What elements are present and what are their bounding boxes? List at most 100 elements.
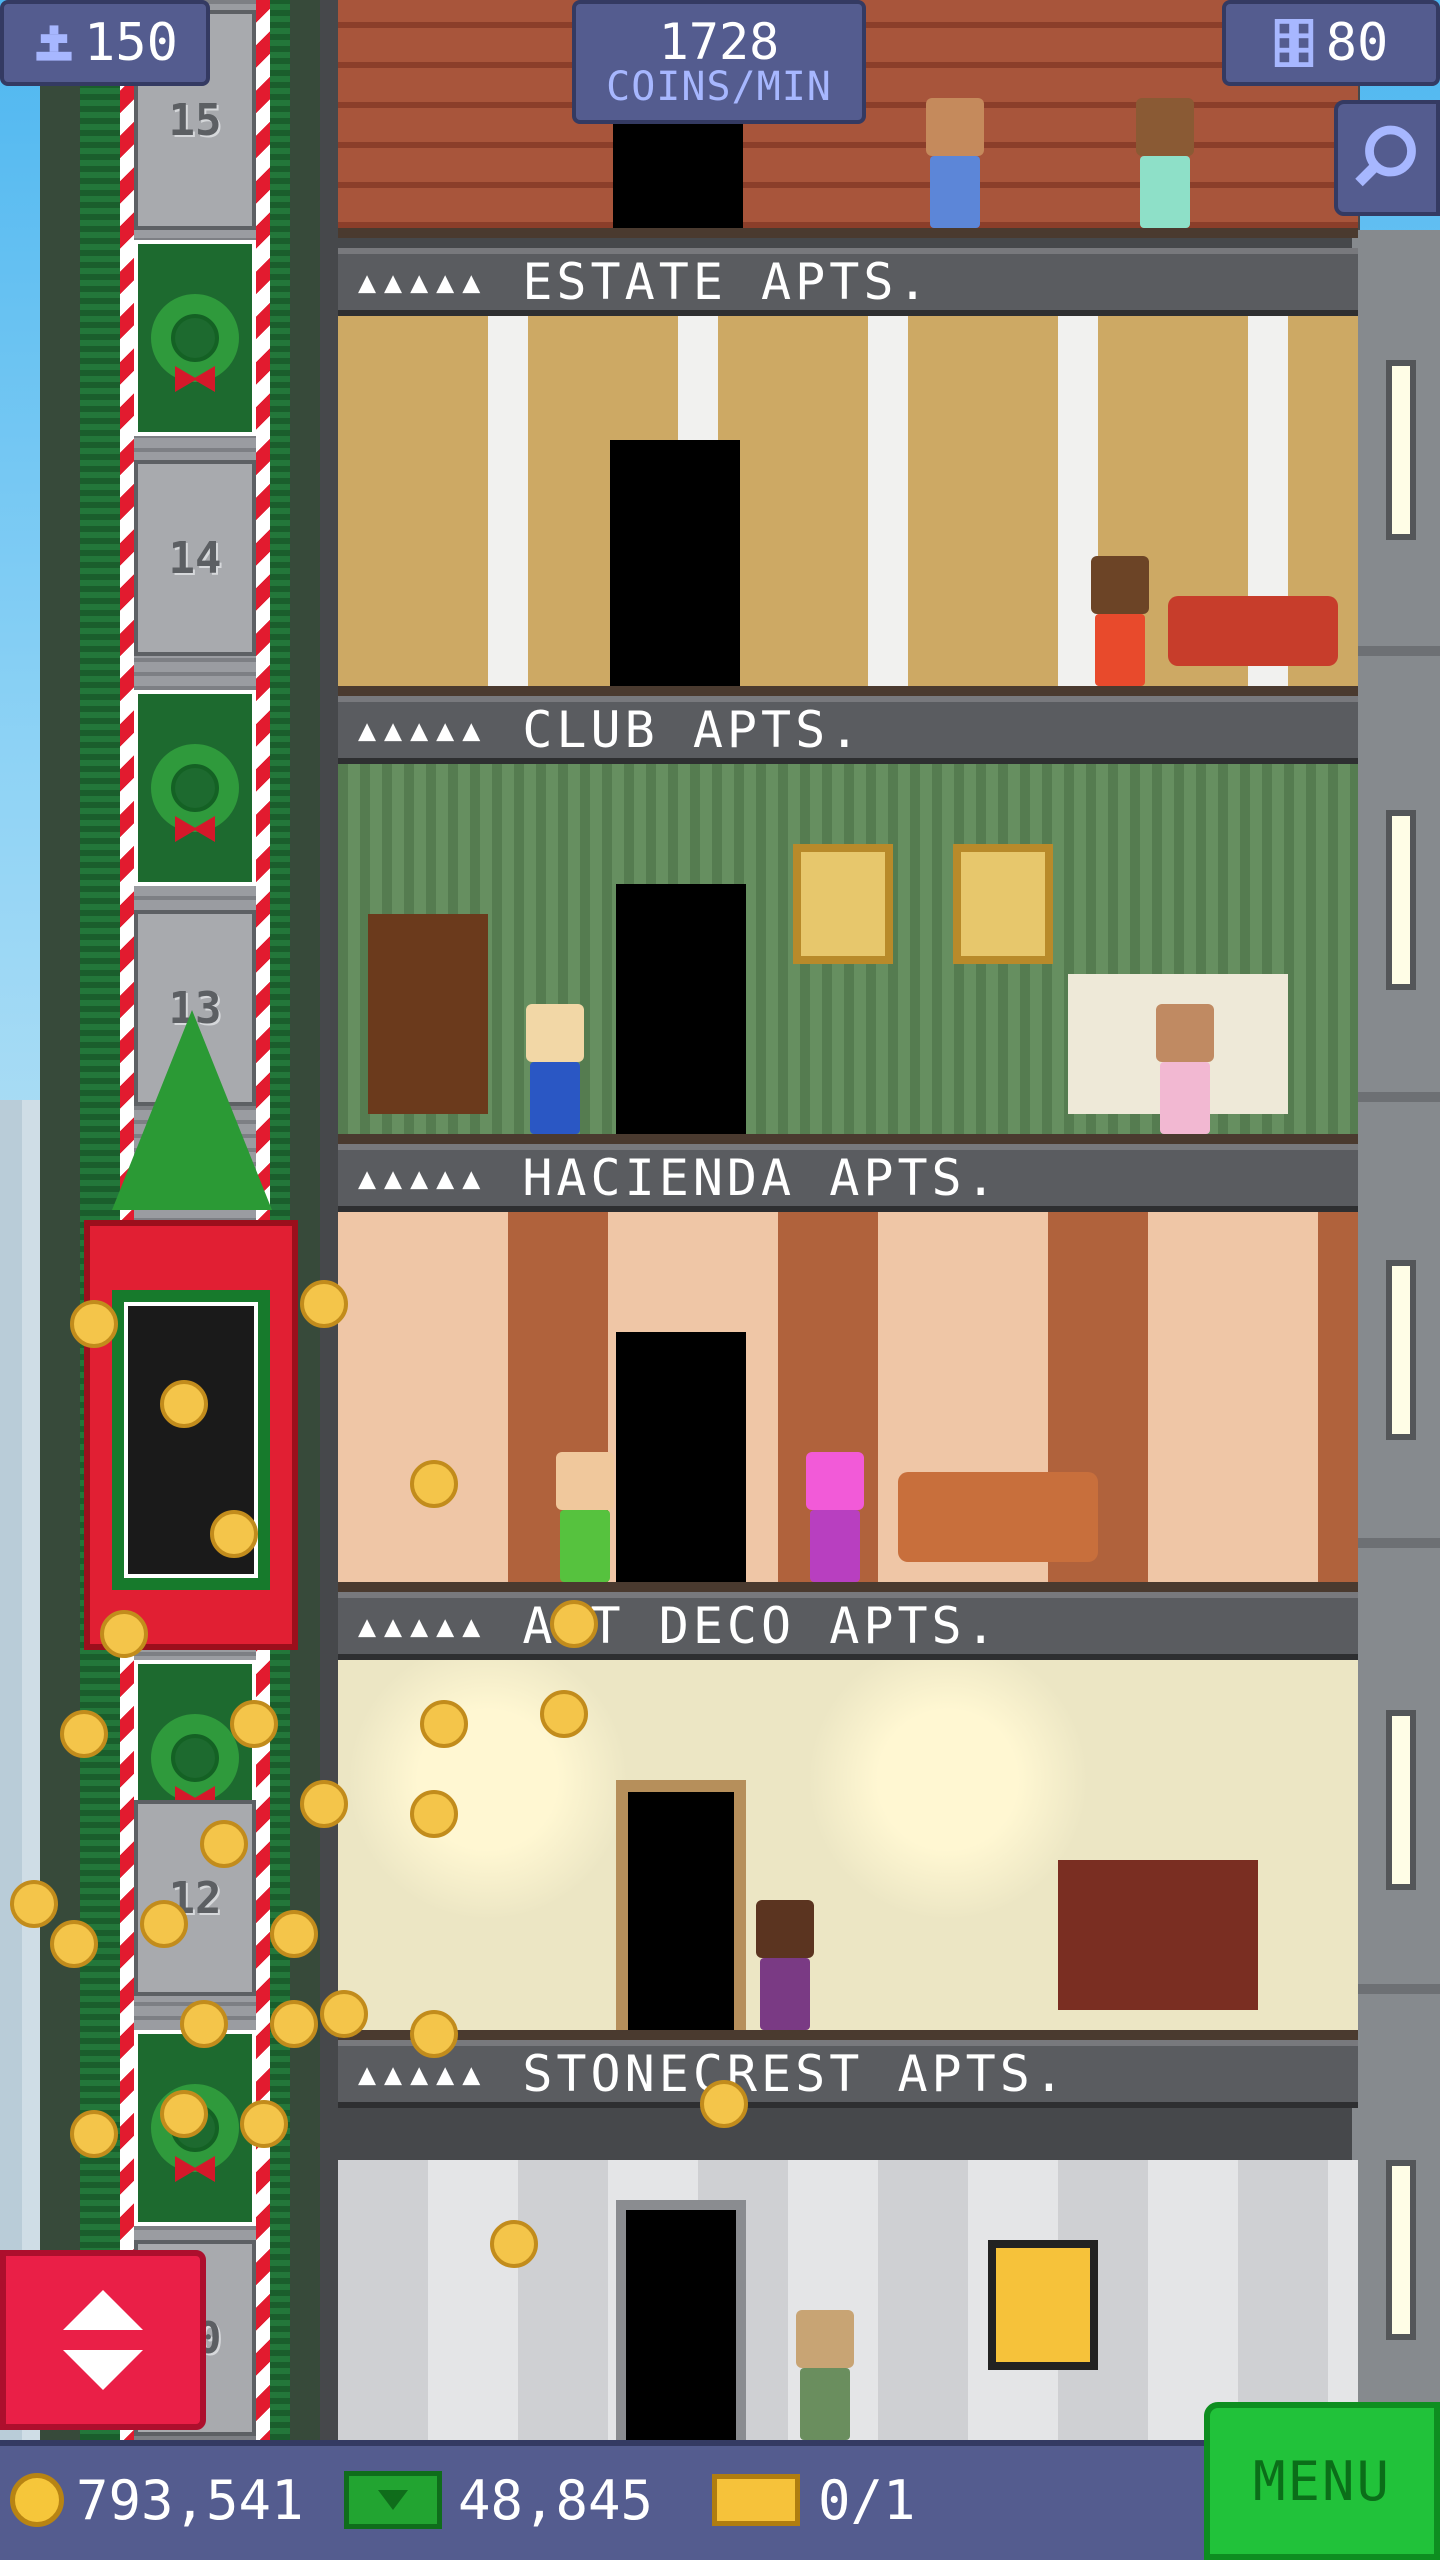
floor-banner-art-deco[interactable]: ▲▲▲▲▲ ART DECO APTS.	[338, 1592, 1358, 1660]
coin-icon[interactable]	[70, 1300, 118, 1348]
coin-icon	[10, 2473, 64, 2527]
wreath-door-panel	[134, 690, 256, 886]
floor-count-counter[interactable]: 80	[1222, 0, 1440, 86]
resident[interactable]	[748, 1900, 818, 2030]
coin-icon[interactable]	[300, 1780, 348, 1828]
coin-icon[interactable]	[550, 1600, 598, 1648]
residents-indicator: ▲▲▲▲▲	[358, 1160, 489, 1196]
room-door	[616, 1780, 746, 2030]
resident[interactable]	[518, 1004, 588, 1134]
coin-icon[interactable]	[210, 1510, 258, 1558]
portrait-frame	[953, 844, 1053, 964]
wreath-door-panel	[134, 240, 256, 436]
magnifier-icon	[1355, 125, 1416, 187]
coin-icon[interactable]	[540, 1690, 588, 1738]
elevator-floor-number: 14	[168, 532, 222, 584]
residents-indicator: ▲▲▲▲▲	[358, 1608, 489, 1644]
coin-icon[interactable]	[70, 2110, 118, 2158]
floor-banner-hacienda[interactable]: ▲▲▲▲▲ HACIENDA APTS.	[338, 1144, 1358, 1212]
search-button[interactable]	[1334, 100, 1440, 216]
coin-icon[interactable]	[410, 2010, 458, 2058]
up-down-arrows-icon	[63, 2290, 143, 2390]
ticket-value: 0/1	[818, 2468, 916, 2532]
elevator-floor-door[interactable]: 14	[134, 460, 256, 656]
window-light	[1386, 360, 1416, 540]
fireplace	[1058, 1860, 1258, 2010]
resident[interactable]	[918, 98, 988, 228]
bux-icon	[344, 2471, 442, 2529]
population-value: 150	[84, 13, 178, 73]
residents-indicator: ▲▲▲▲▲	[358, 2056, 489, 2092]
floor-room-hacienda[interactable]	[338, 1212, 1358, 1592]
floor-room-club[interactable]	[338, 764, 1358, 1144]
coin-rate-display: 1728 COINS/MIN	[572, 0, 866, 124]
coin-icon[interactable]	[100, 1610, 148, 1658]
population-counter[interactable]: 150	[0, 0, 210, 86]
floor-name: STONECREST APTS.	[522, 2045, 1068, 2103]
tower-bux-value: 48,845	[458, 2468, 654, 2532]
room-door	[610, 440, 740, 686]
coin-icon[interactable]	[60, 1710, 108, 1758]
coin-icon[interactable]	[700, 2080, 748, 2128]
floor-name: ESTATE APTS.	[522, 253, 932, 311]
floor-room-stonecrest[interactable]	[338, 2160, 1358, 2440]
coin-icon[interactable]	[410, 1460, 458, 1508]
coin-icon[interactable]	[270, 2000, 318, 2048]
person-icon	[36, 25, 72, 61]
coin-rate-unit: COINS/MIN	[606, 64, 832, 110]
floor-name: HACIENDA APTS.	[522, 1149, 1000, 1207]
coins-value: 793,541	[76, 2468, 304, 2532]
coin-icon[interactable]	[270, 1910, 318, 1958]
coin-icon[interactable]	[160, 1380, 208, 1428]
coin-icon[interactable]	[490, 2220, 538, 2268]
floor-banner-club[interactable]: ▲▲▲▲▲ CLUB APTS.	[338, 696, 1358, 764]
wreath-icon	[151, 744, 239, 842]
residents-indicator: ▲▲▲▲▲	[358, 712, 489, 748]
floor-banner-stonecrest[interactable]: ▲▲▲▲▲ STONECREST APTS.	[338, 2040, 1358, 2108]
sofa	[1168, 596, 1338, 666]
coins-counter[interactable]: 793,541	[10, 2460, 304, 2540]
portrait-frame	[793, 844, 893, 964]
tower-bux-counter[interactable]: 48,845	[344, 2460, 653, 2540]
resident[interactable]	[548, 1452, 618, 1582]
coin-icon[interactable]	[140, 1900, 188, 1948]
ticket-icon	[712, 2474, 800, 2526]
window-light	[1386, 2160, 1416, 2340]
window-light	[1386, 1710, 1416, 1890]
coin-icon[interactable]	[50, 1920, 98, 1968]
coin-icon[interactable]	[180, 2000, 228, 2048]
resident[interactable]	[1148, 1004, 1218, 1134]
floor-banner-estate[interactable]: ▲▲▲▲▲ ESTATE APTS.	[338, 248, 1358, 316]
coin-icon[interactable]	[230, 1700, 278, 1748]
sofa	[898, 1472, 1098, 1562]
bookshelf	[368, 914, 488, 1114]
coin-icon[interactable]	[160, 2090, 208, 2138]
resident[interactable]	[1083, 556, 1153, 686]
resident[interactable]	[798, 1452, 868, 1582]
floor-room-art-deco[interactable]	[338, 1660, 1358, 2040]
floor-name: CLUB APTS.	[522, 701, 864, 759]
resident[interactable]	[1128, 98, 1198, 228]
window-light	[1386, 810, 1416, 990]
wreath-icon	[151, 294, 239, 392]
elevator-control-button[interactable]	[0, 2250, 206, 2430]
residents-indicator: ▲▲▲▲▲	[358, 264, 489, 300]
coin-icon[interactable]	[420, 1700, 468, 1748]
elevator-floor-number: 15	[168, 94, 222, 146]
coin-icon[interactable]	[410, 1790, 458, 1838]
room-door	[616, 884, 746, 1134]
coin-icon[interactable]	[240, 2100, 288, 2148]
wall-poster	[988, 2240, 1098, 2370]
coin-rate-value: 1728	[658, 13, 780, 71]
window-light	[1386, 1260, 1416, 1440]
coin-icon[interactable]	[10, 1880, 58, 1928]
floor-count-value: 80	[1325, 13, 1389, 73]
menu-label: MENU	[1252, 2449, 1392, 2513]
coin-icon[interactable]	[300, 1280, 348, 1328]
resident[interactable]	[788, 2310, 858, 2440]
coin-icon[interactable]	[200, 1820, 248, 1868]
menu-button[interactable]: MENU	[1204, 2402, 1440, 2560]
ticket-counter[interactable]: 0/1	[712, 2460, 916, 2540]
coin-icon[interactable]	[320, 1990, 368, 2038]
floor-room-estate[interactable]	[338, 316, 1358, 696]
